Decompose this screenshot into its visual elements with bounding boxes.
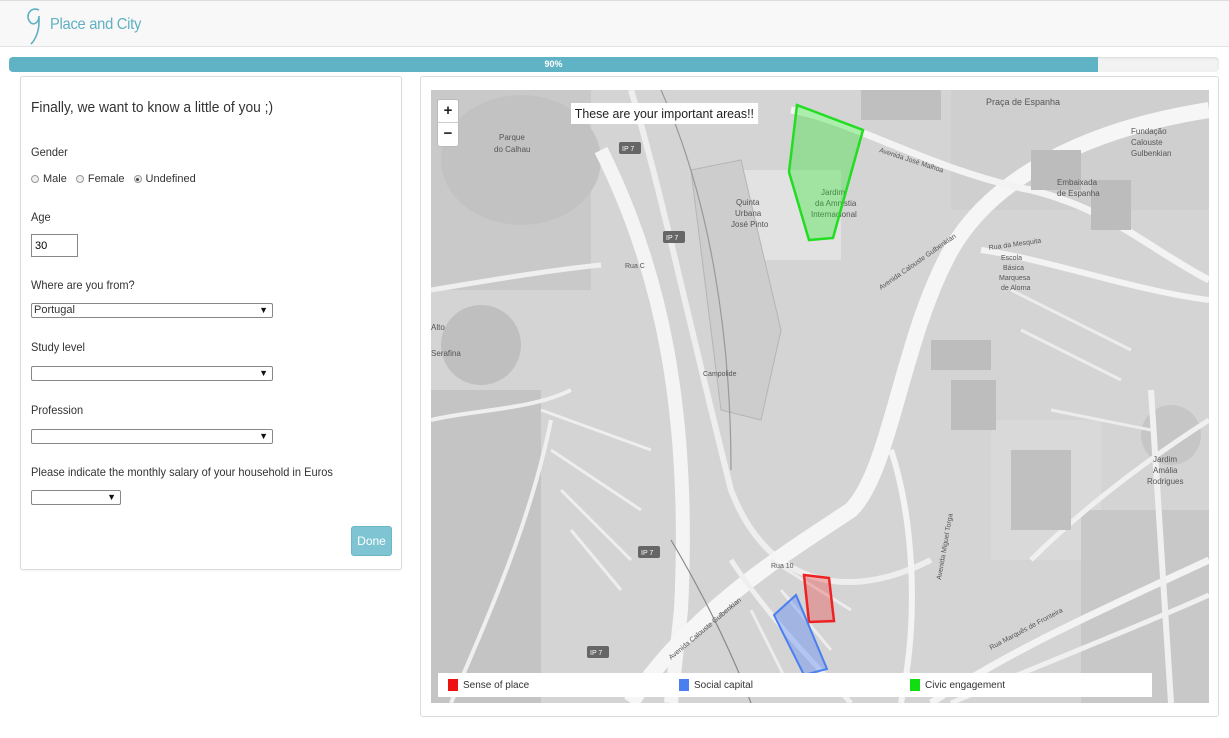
- progress-track: 90%: [9, 57, 1219, 72]
- chevron-down-icon: ▼: [259, 305, 268, 315]
- map-label-serafina: Serafina: [431, 349, 461, 358]
- legend-item-sense-of-place: Sense of place: [448, 679, 529, 691]
- radio-female[interactable]: [75, 175, 84, 183]
- map-canvas[interactable]: Parque do Calhau Quinta Urbana José Pint…: [431, 90, 1209, 703]
- map-panel: Parque do Calhau Quinta Urbana José Pint…: [420, 76, 1219, 717]
- gender-option-male[interactable]: Male: [31, 173, 67, 185]
- map-label-praca-espanha: Praça de Espanha: [986, 97, 1060, 107]
- chevron-down-icon: ▼: [259, 431, 268, 441]
- map-label-jardim-amalia-2: Amália: [1153, 466, 1178, 475]
- gender-option-undefined[interactable]: Undefined: [133, 173, 196, 185]
- map-label-embaixada-2: de Espanha: [1057, 189, 1100, 198]
- map-label-parque: Parque: [499, 133, 525, 142]
- sense-of-place-area[interactable]: [802, 573, 836, 624]
- map-label-alto: Alto: [431, 323, 445, 332]
- map-label-jardim-amalia-1: Jardim: [1153, 455, 1177, 464]
- map-label-escola-3: Marquesa: [999, 275, 1030, 282]
- radio-undefined-label: Undefined: [145, 173, 196, 185]
- brand[interactable]: Place and City: [22, 5, 149, 45]
- map-label-embaixada-1: Embaixada: [1057, 178, 1098, 187]
- navbar: Place and City: [0, 0, 1229, 47]
- gender-radio-group: Male Female Undefined: [31, 173, 205, 185]
- zoom-in-button[interactable]: +: [438, 100, 458, 123]
- zoom-control: + −: [437, 99, 459, 147]
- radio-male[interactable]: [31, 175, 39, 183]
- legend-swatch-blue: [679, 679, 689, 691]
- map-label-rua-10: Rua 10: [771, 563, 794, 570]
- map-label-escola-1: Escola: [1001, 255, 1022, 262]
- age-input[interactable]: [31, 234, 78, 257]
- chevron-down-icon: ▼: [107, 492, 116, 502]
- ip7-shield-2: IP 7: [663, 231, 685, 243]
- legend-label: Social capital: [694, 679, 753, 691]
- legend-item-social-capital: Social capital: [679, 679, 753, 691]
- map-label-rua-c: Rua C: [625, 263, 645, 270]
- ip7-shield-4: IP 7: [587, 646, 609, 658]
- map-label-quinta-1: Quinta: [736, 198, 760, 207]
- ip7-shield-4-label: IP 7: [590, 650, 602, 657]
- zoom-out-button[interactable]: −: [438, 123, 458, 146]
- radio-undefined[interactable]: [133, 175, 142, 183]
- map-label-fundacao-1: Fundação: [1131, 127, 1167, 136]
- ip7-shield-3: IP 7: [638, 546, 660, 558]
- legend-label: Sense of place: [463, 679, 530, 691]
- ip7-shield-2-label: IP 7: [666, 235, 678, 242]
- map-label-escola-4: de Alorna: [1001, 285, 1031, 292]
- done-button[interactable]: Done: [351, 526, 392, 556]
- origin-label: Where are you from?: [31, 278, 135, 292]
- study-level-select[interactable]: ▼: [31, 366, 273, 381]
- map-legend: Sense of place Social capital Civic enga…: [438, 673, 1152, 697]
- legend-label: Civic engagement: [925, 679, 1006, 691]
- ip7-shield-1-label: IP 7: [622, 146, 634, 153]
- map-label-jardim-amalia-3: Rodrigues: [1147, 477, 1183, 486]
- origin-select[interactable]: Portugal ▼: [31, 303, 273, 318]
- legend-swatch-green: [910, 679, 920, 691]
- ip7-shield-3-label: IP 7: [641, 550, 653, 557]
- map-label-quinta-2: Urbana: [735, 209, 762, 218]
- salary-label: Please indicate the monthly salary of yo…: [31, 465, 333, 479]
- radio-male-label: Male: [43, 173, 67, 185]
- map-label-quinta-3: José Pinto: [731, 220, 769, 229]
- gender-label: Gender: [31, 145, 68, 159]
- form-title: Finally, we want to know a little of you…: [31, 99, 274, 116]
- profile-form-panel: Finally, we want to know a little of you…: [20, 76, 402, 570]
- legend-item-civic-engagement: Civic engagement: [910, 679, 1005, 691]
- app-logo-icon: [27, 8, 40, 45]
- progress-bar: 90%: [9, 57, 1098, 72]
- map-label-escola-2: Básica: [1003, 265, 1024, 272]
- map-label-fundacao-2: Calouste: [1131, 138, 1163, 147]
- profession-label: Profession: [31, 403, 84, 417]
- origin-select-value: Portugal: [34, 304, 75, 316]
- gender-option-female[interactable]: Female: [75, 173, 125, 185]
- study-level-label: Study level: [31, 340, 86, 354]
- age-label: Age: [31, 210, 51, 224]
- legend-swatch-red: [448, 679, 458, 691]
- chevron-down-icon: ▼: [259, 368, 268, 378]
- map-view[interactable]: Parque do Calhau Quinta Urbana José Pint…: [431, 90, 1209, 703]
- profession-select[interactable]: ▼: [31, 429, 273, 444]
- map-label-campolide: Campolide: [703, 371, 737, 378]
- radio-female-label: Female: [87, 173, 125, 185]
- salary-select[interactable]: ▼: [31, 490, 121, 505]
- map-label-calhau: do Calhau: [494, 145, 530, 154]
- map-label-fundacao-3: Gulbenkian: [1131, 149, 1171, 158]
- map-title: These are your important areas!!: [571, 103, 758, 124]
- app-title: Place and City: [50, 16, 142, 33]
- ip7-shield-1: IP 7: [619, 142, 641, 154]
